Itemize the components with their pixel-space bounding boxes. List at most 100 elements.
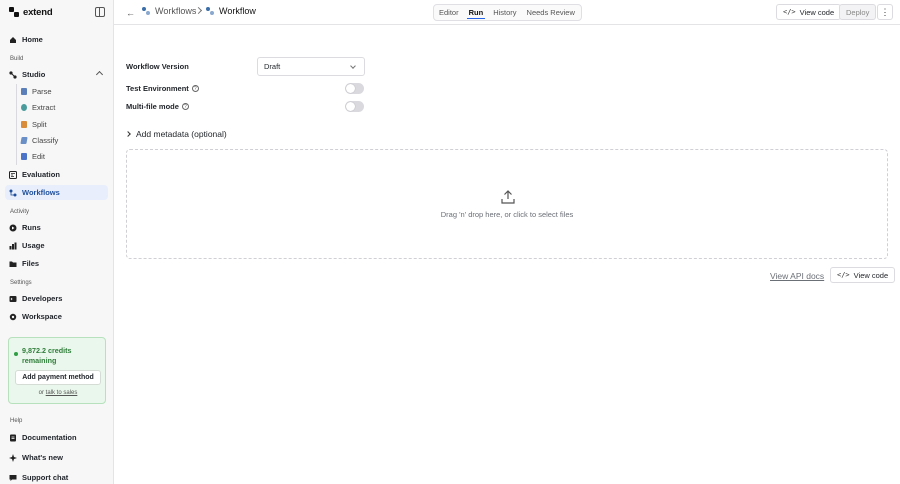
- sidebar-item-label: Workflows: [22, 188, 60, 197]
- sidebar-collapse-icon[interactable]: [95, 7, 105, 17]
- edit-icon: [21, 153, 27, 160]
- sidebar-item-studio[interactable]: Studio: [5, 67, 108, 82]
- workflow-version-label: Workflow Version: [126, 62, 189, 71]
- code-icon: </>: [783, 8, 796, 16]
- developers-icon: [9, 295, 17, 303]
- studio-icon: [9, 70, 17, 79]
- talk-to-sales-link[interactable]: talk to sales: [46, 390, 78, 396]
- classify-icon: [20, 137, 28, 144]
- gear-icon: [9, 313, 17, 321]
- sidebar-item-label: Runs: [22, 223, 41, 232]
- sidebar-item-label: Files: [22, 259, 40, 268]
- evaluation-icon: [9, 170, 17, 179]
- main-content: Workflow Version Draft Test Environment …: [114, 25, 900, 484]
- add-payment-method-button[interactable]: Add payment method: [15, 370, 101, 385]
- split-icon: [21, 121, 27, 128]
- credits-status-dot: [14, 352, 18, 356]
- sidebar-subitem-edit[interactable]: Edit: [21, 150, 45, 163]
- sidebar-subitem-extract[interactable]: Extract: [21, 101, 55, 114]
- sidebar-subitem-label: Split: [32, 120, 47, 129]
- sidebar-item-workspace[interactable]: Workspace: [5, 309, 108, 324]
- add-metadata-toggle[interactable]: Add metadata (optional): [125, 129, 227, 139]
- sidebar-subitem-label: Extract: [32, 103, 56, 112]
- tree-line: [16, 84, 17, 165]
- workflow-icon: [206, 7, 214, 15]
- deploy-button[interactable]: Deploy: [839, 4, 877, 20]
- view-code-button-bottom[interactable]: </> View code: [830, 267, 896, 283]
- add-metadata-label: Add metadata (optional): [136, 129, 227, 139]
- sparkle-icon: [9, 453, 17, 462]
- sidebar-subitem-parse[interactable]: Parse: [21, 85, 52, 98]
- chevron-down-icon: [350, 63, 356, 69]
- topbar: ← Workflows Workflow Editor Run History …: [114, 0, 900, 25]
- sidebar-item-label: Documentation: [22, 433, 77, 442]
- sidebar-item-runs[interactable]: Runs: [5, 220, 108, 235]
- section-label-activity: Activity: [10, 209, 30, 215]
- sidebar-item-label: Studio: [22, 70, 46, 79]
- workflows-icon: [9, 189, 17, 197]
- info-icon[interactable]: ?: [191, 85, 199, 92]
- breadcrumb-current: Workflow: [206, 6, 256, 16]
- info-icon[interactable]: ?: [181, 103, 189, 110]
- workflow-version-select[interactable]: Draft: [257, 57, 365, 76]
- back-arrow-icon[interactable]: ←: [126, 8, 135, 18]
- view-code-button[interactable]: </> View code: [776, 4, 842, 20]
- test-environment-row: Test Environment ?: [126, 84, 199, 93]
- sidebar-item-label: Developers: [22, 294, 63, 303]
- brand[interactable]: extend: [9, 6, 53, 18]
- sales-line: or talk to sales: [9, 390, 107, 396]
- breadcrumb-parent-label: Workflows: [155, 6, 197, 16]
- multi-file-label: Multi-file mode: [126, 102, 179, 111]
- parse-icon: [21, 88, 27, 95]
- sidebar-subitem-classify[interactable]: Classify: [20, 134, 59, 147]
- sidebar-item-workflows[interactable]: Workflows: [5, 185, 108, 200]
- chat-icon: [9, 474, 17, 482]
- code-icon: </>: [837, 271, 850, 279]
- view-code-label: View code: [853, 270, 889, 280]
- sidebar-item-evaluation[interactable]: Evaluation: [5, 167, 108, 182]
- more-options-icon[interactable]: ⋮: [877, 4, 893, 20]
- breadcrumb-parent[interactable]: Workflows: [142, 6, 196, 16]
- sidebar-item-usage[interactable]: Usage: [5, 238, 108, 253]
- sidebar-item-home[interactable]: Home: [5, 32, 108, 47]
- sidebar-subitem-split[interactable]: Split: [21, 118, 47, 131]
- sidebar-subitem-label: Edit: [32, 152, 45, 161]
- sidebar-item-label: Home: [22, 35, 43, 44]
- tab-group: Editor Run History Needs Review: [433, 4, 582, 21]
- extend-logo-icon: [9, 7, 19, 17]
- upload-icon: [501, 190, 515, 204]
- sidebar-item-files[interactable]: Files: [5, 256, 108, 271]
- sidebar-item-support-chat[interactable]: Support chat: [5, 470, 108, 484]
- extract-icon: [21, 104, 27, 111]
- view-api-docs-link[interactable]: View API docs: [770, 271, 824, 281]
- brand-name: extend: [23, 6, 53, 18]
- files-icon: [9, 260, 17, 268]
- section-label-settings: Settings: [10, 280, 32, 286]
- sidebar-item-label: Usage: [22, 241, 45, 250]
- section-label-help: Help: [10, 418, 23, 424]
- tab-history[interactable]: History: [488, 5, 521, 20]
- sidebar-item-label: Support chat: [22, 473, 69, 482]
- test-environment-toggle[interactable]: [345, 83, 364, 94]
- tab-needs-review[interactable]: Needs Review: [522, 5, 580, 20]
- sidebar-subitem-label: Classify: [32, 136, 59, 145]
- sidebar-item-documentation[interactable]: Documentation: [5, 430, 108, 445]
- multi-file-toggle[interactable]: [345, 101, 364, 112]
- file-dropzone[interactable]: Drag 'n' drop here, or click to select f…: [126, 149, 888, 259]
- multi-file-row: Multi-file mode ?: [126, 102, 189, 111]
- sidebar: extend Home Build Studio Parse Extract S…: [0, 0, 114, 484]
- breadcrumb-current-label: Workflow: [219, 6, 256, 16]
- sidebar-item-whats-new[interactable]: What's new: [5, 450, 108, 465]
- workflow-version-value: Draft: [264, 62, 281, 71]
- tab-run[interactable]: Run: [464, 5, 489, 20]
- usage-icon: [9, 242, 17, 250]
- sidebar-item-label: Evaluation: [22, 170, 60, 179]
- section-label-build: Build: [10, 56, 24, 62]
- sidebar-subitem-label: Parse: [32, 87, 52, 96]
- sidebar-item-developers[interactable]: Developers: [5, 291, 108, 306]
- sales-or: or: [38, 390, 44, 396]
- test-environment-label: Test Environment: [126, 84, 189, 93]
- sidebar-item-label: What's new: [22, 453, 63, 462]
- play-icon: [9, 224, 17, 232]
- tab-editor[interactable]: Editor: [434, 5, 464, 20]
